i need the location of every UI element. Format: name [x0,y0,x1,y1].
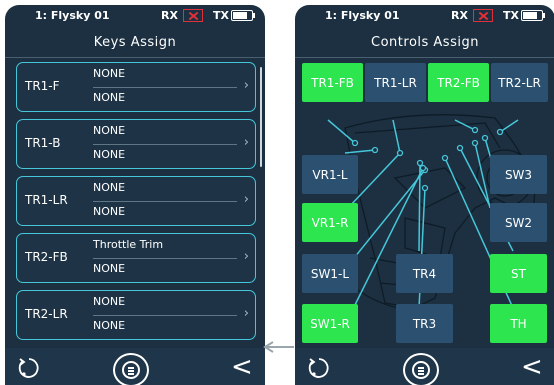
menu-icon[interactable] [113,353,149,385]
keys-assign-screen: 1: Flysky 01 RX TX Keys Assign TR1-F NON… [5,5,265,385]
control-tr3[interactable]: TR3 [396,304,453,343]
control-tr4[interactable]: TR4 [396,254,453,293]
control-th[interactable]: TH [490,304,547,343]
key-function-long: NONE [93,262,126,275]
key-name: TR1-F [25,79,60,93]
scrollbar[interactable] [260,67,262,167]
chevron-right-icon: › [243,249,249,264]
control-st[interactable]: ST [490,254,547,293]
chevron-right-icon: › [243,306,249,321]
key-item-tr1-f[interactable]: TR1-F NONE NONE › [16,62,256,112]
control-tr1-fb[interactable]: TR1-FB [302,63,363,102]
key-name: TR2-FB [25,250,68,264]
key-function-long: NONE [93,91,126,104]
refresh-icon[interactable] [307,356,331,380]
menu-icon[interactable] [403,353,439,385]
control-sw1-l[interactable]: SW1-L [302,254,358,293]
key-name: TR2-LR [25,307,68,321]
key-function-short: NONE [93,124,126,137]
key-name: TR1-LR [25,193,68,207]
rx-label: RX [451,9,468,22]
chevron-right-icon: › [243,78,249,93]
model-name: 1: Flysky 01 [35,9,110,22]
key-function-short: NONE [93,181,126,194]
key-item-tr1-b[interactable]: TR1-B NONE NONE › [16,119,256,169]
key-item-tr2-fb[interactable]: TR2-FB Throttle Trim NONE › [16,233,256,283]
control-tr1-lr[interactable]: TR1-LR [365,63,426,102]
key-function-short: Throttle Trim [93,238,164,251]
bottom-nav: < [5,348,265,385]
tx-label: TX [213,9,229,22]
chevron-right-icon: › [243,192,249,207]
page-title: Keys Assign [93,35,177,50]
bottom-nav: < [295,348,554,385]
key-item-tr1-lr[interactable]: TR1-LR NONE NONE › [16,176,256,226]
controls-assign-screen: 1: Flysky 01 RX TX Controls Assign TR1-F… [295,5,554,385]
back-chevron-icon[interactable]: < [521,354,543,380]
control-sw1-r[interactable]: SW1-R [302,304,358,343]
refresh-icon[interactable] [17,356,41,380]
control-sw3[interactable]: SW3 [490,155,547,194]
control-sw2[interactable]: SW2 [490,203,547,242]
rx-label: RX [161,9,178,22]
controls-panel: TR1-FB TR1-LR TR2-FB TR2-LR VR1-L SW3 VR… [295,58,554,348]
key-function-short: NONE [93,295,126,308]
control-vr1-l[interactable]: VR1-L [302,155,358,194]
tx-label: TX [503,9,519,22]
key-function-short: NONE [93,67,126,80]
key-name: TR1-B [25,136,61,150]
status-bar: 1: Flysky 01 RX TX [295,5,554,27]
rx-disconnected-icon [473,9,493,22]
battery-icon [521,10,543,21]
chevron-right-icon: › [243,135,249,150]
control-tr2-lr[interactable]: TR2-LR [491,63,548,102]
page-title: Controls Assign [371,35,479,50]
divider [5,57,265,58]
key-function-long: NONE [93,148,126,161]
status-bar: 1: Flysky 01 RX TX [5,5,265,27]
model-name: 1: Flysky 01 [325,9,400,22]
key-function-long: NONE [93,319,126,332]
battery-icon [231,10,253,21]
control-vr1-r[interactable]: VR1-R [302,203,358,242]
key-function-long: NONE [93,205,126,218]
key-item-tr2-lr[interactable]: TR2-LR NONE NONE › [16,290,256,340]
rx-disconnected-icon [183,9,203,22]
back-chevron-icon[interactable]: < [231,354,253,380]
control-tr2-fb[interactable]: TR2-FB [428,63,489,102]
arrow-left-icon [263,341,294,353]
